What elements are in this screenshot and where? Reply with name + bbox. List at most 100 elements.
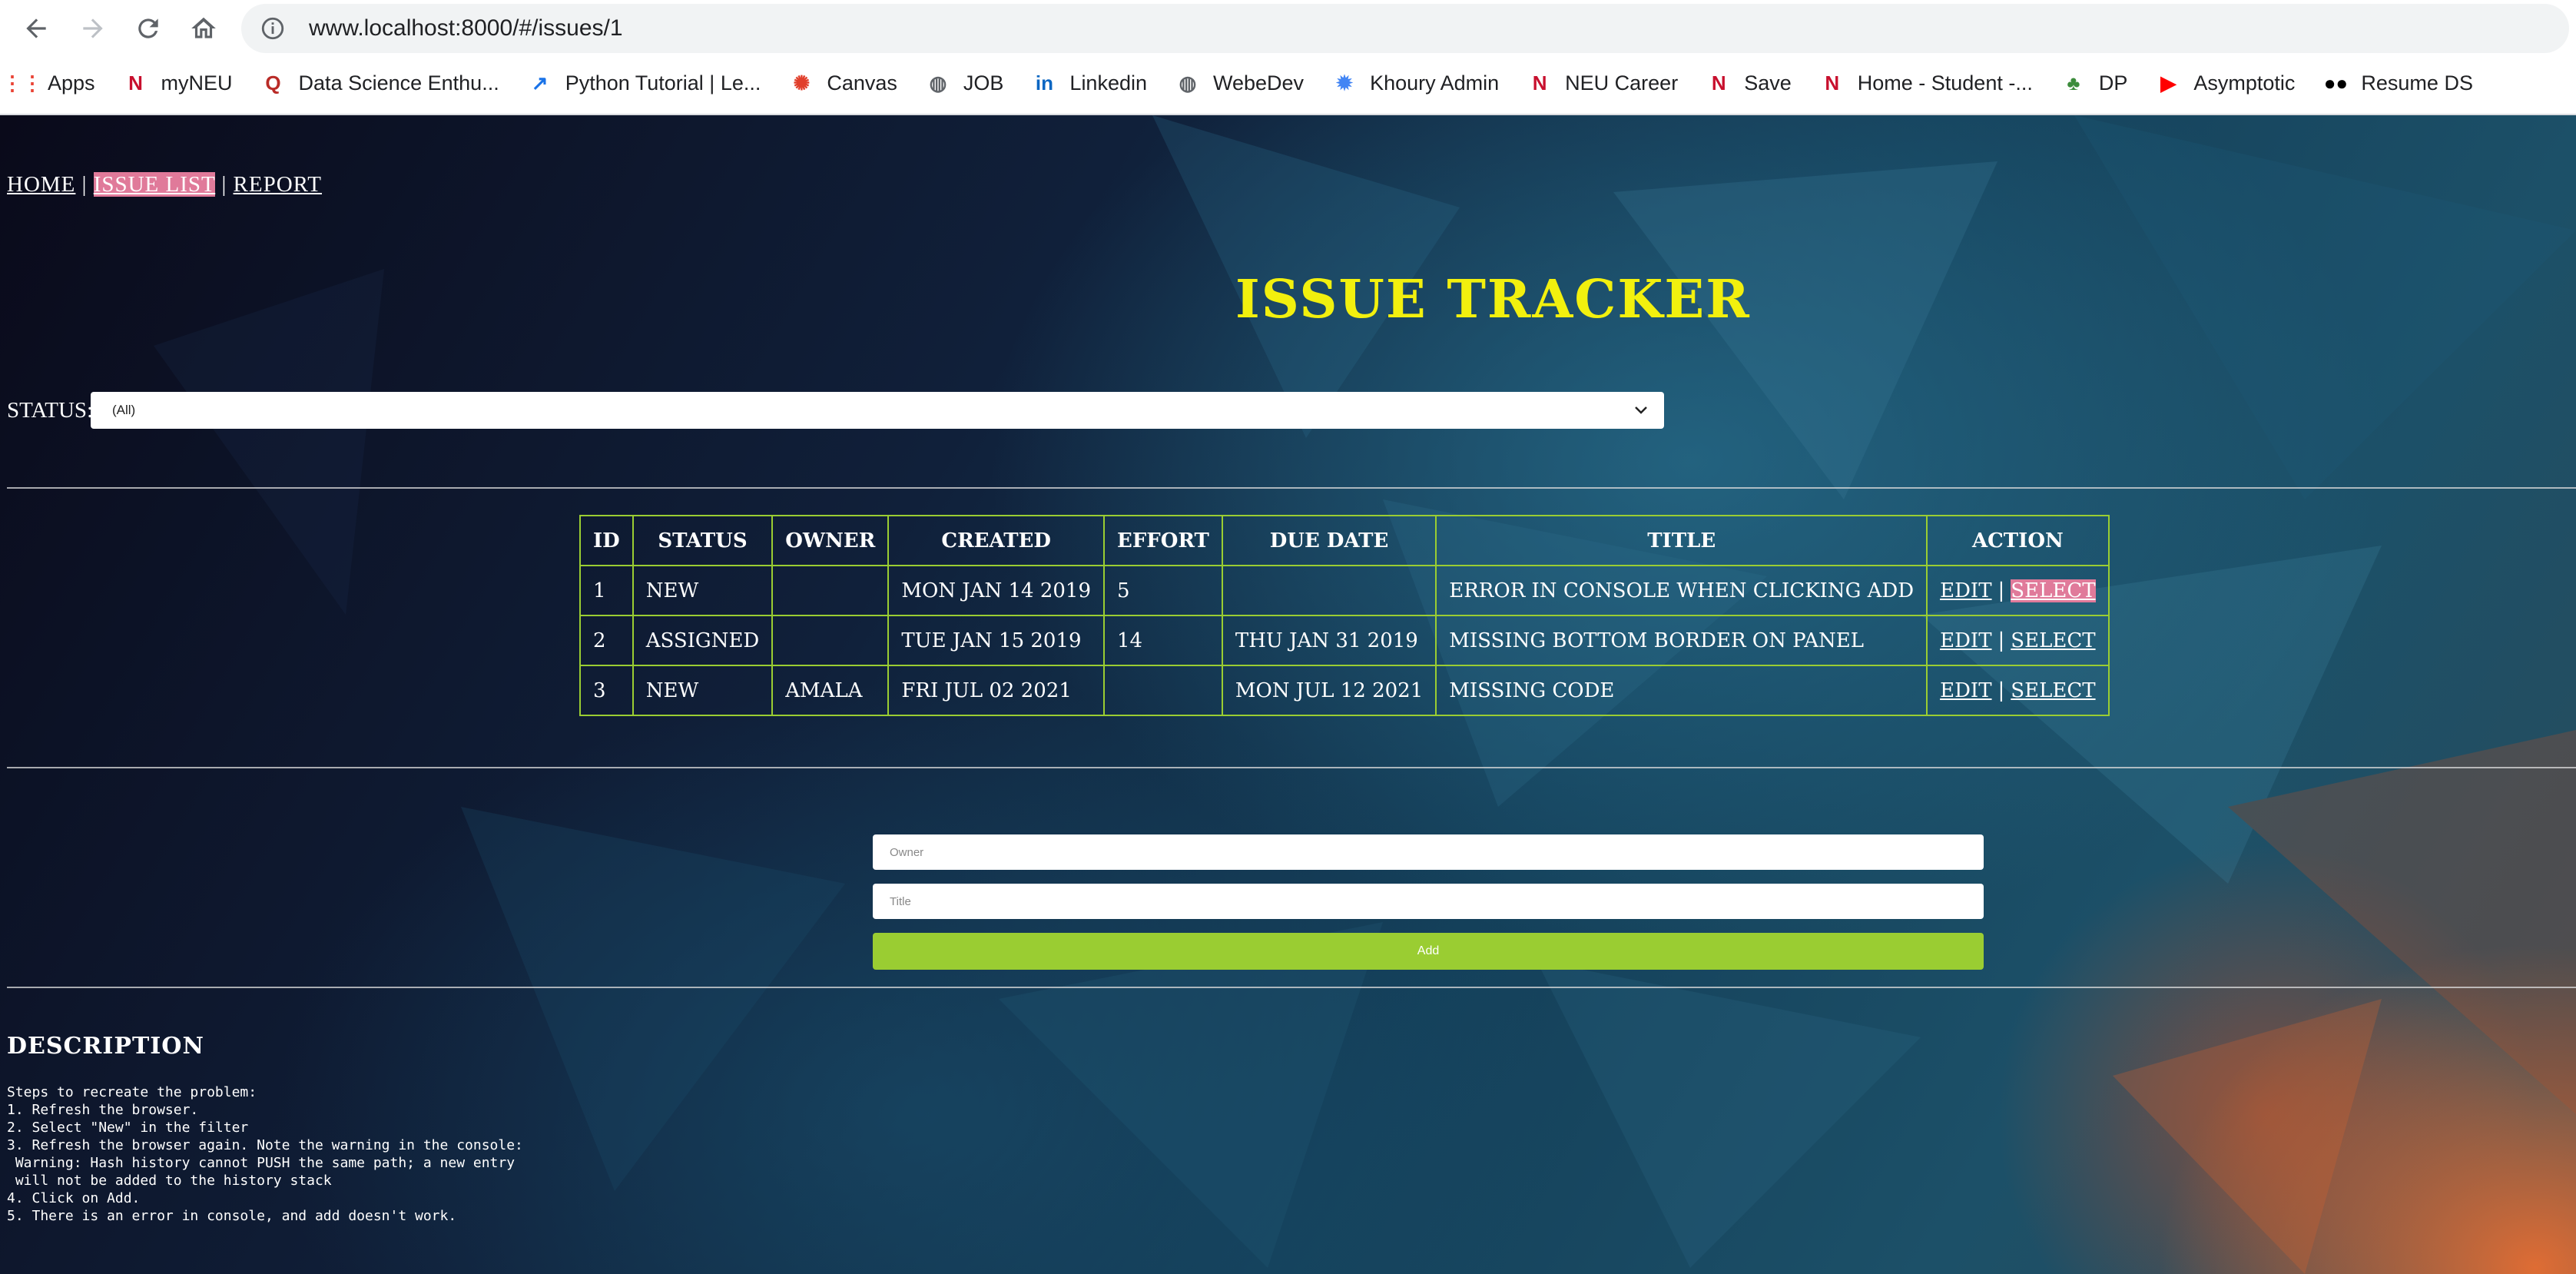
bookmark-item[interactable]: N Home - Student -... [1810,61,2042,105]
bookmark-label: JOB [963,71,1004,95]
title-input[interactable] [873,884,1984,919]
action-separator: | [1997,579,2005,602]
owner-input[interactable] [873,834,1984,870]
action-separator: | [1997,629,2005,652]
bookmark-label: Home - Student -... [1857,71,2033,95]
nav-home-link[interactable]: HOME [7,172,75,197]
aperture-icon: ✹ [1336,71,1353,95]
cell-effort: 5 [1103,565,1223,616]
divider [7,487,2576,489]
home-button[interactable] [183,8,224,49]
table-row: 3 NEW AMALA FRI JUL 02 2021 MON JUL 12 2021 M… [579,665,2110,716]
bookmark-item[interactable]: ●● Resume DS [2313,61,2482,105]
reload-button[interactable] [128,8,169,49]
bookmark-label: Python Tutorial | Le... [565,71,761,95]
bookmark-item[interactable]: Q Data Science Enthu... [251,61,509,105]
address-bar[interactable]: www.localhost:8000/#/issues/1 [241,4,2569,53]
column-header: TITLE [1435,515,1928,566]
bookmark-item[interactable]: ▶ Asymptotic [2146,61,2304,105]
edit-link[interactable]: EDIT [1940,679,1991,702]
cell-title: MISSING BOTTOM BORDER ON PANEL [1435,615,1928,666]
forward-button[interactable] [72,8,114,49]
cell-due: THU JAN 31 2019 [1221,615,1437,666]
cell-status: ASSIGNED [632,615,774,666]
table-header-row: ID STATUS OWNER CREATED EFFORT DUE DATE TITLE A… [579,515,2110,566]
leaf-icon: ♣ [2067,71,2080,95]
chevron-down-icon [1635,406,1647,414]
select-link[interactable]: SELECT [2011,579,2096,602]
column-header: OWNER [771,515,890,566]
nav-issue-list-link[interactable]: ISSUE LIST [93,172,216,197]
bookmark-label: Data Science Enthu... [298,71,499,95]
bookmark-item[interactable]: NmyNEU [114,61,242,105]
bookmark-label: Resume DS [2361,71,2473,95]
divider [7,987,2576,988]
bookmark-item[interactable]: in Linkedin [1022,61,1156,105]
bookmark-label: Khoury Admin [1370,71,1500,95]
edit-link[interactable]: EDIT [1940,629,1991,652]
select-link[interactable]: SELECT [2011,629,2095,652]
issue-table: ID STATUS OWNER CREATED EFFORT DUE DATE TITLE A… [579,515,2110,716]
neu-logo-icon: N [128,71,143,95]
page-content: HOME | ISSUE LIST | REPORT ISSUE TRACKER… [0,115,2576,1274]
bookmark-item[interactable]: ↗ Python Tutorial | Le... [518,61,771,105]
edit-link[interactable]: EDIT [1940,579,1991,602]
globe-icon: ◍ [1179,71,1197,95]
youtube-logo-icon: ▶ [2160,71,2177,95]
cell-action: EDIT | SELECT [1926,565,2110,616]
cell-created: FRI JUL 02 2021 [887,665,1106,716]
info-icon[interactable] [260,15,286,41]
back-button[interactable] [15,8,57,49]
neu-logo-icon: N [1825,71,1840,95]
page-title: ISSUE TRACKER [1235,269,1751,330]
cell-status: NEW [632,565,774,616]
top-navigation: HOME | ISSUE LIST | REPORT [7,172,322,197]
globe-icon: ◍ [929,71,947,95]
linkedin-logo-icon: in [1035,71,1053,95]
cell-due: MON JUL 12 2021 [1221,665,1437,716]
cell-effort: 14 [1103,615,1223,666]
description-heading: DESCRIPTION [7,1033,204,1060]
column-header: DUE DATE [1221,515,1437,566]
cell-id: 1 [579,565,634,616]
browser-chrome: www.localhost:8000/#/issues/1 ⋮⋮ Apps NmyN… [0,0,2576,115]
bookmark-item[interactable]: ♣ DP [2051,61,2137,105]
bookmark-item[interactable]: ✺ Canvas [779,61,907,105]
bookmark-item[interactable]: N Save [1696,61,1801,105]
browser-toolbar: www.localhost:8000/#/issues/1 [0,0,2576,57]
cell-owner [771,615,890,666]
cell-created: MON JAN 14 2019 [887,565,1106,616]
bookmark-item[interactable]: ◍ WebeDev [1165,61,1313,105]
neu-logo-icon: N [1711,71,1726,95]
apps-grid-icon: ⋮⋮ [2,71,42,95]
add-button[interactable]: Add [873,933,1984,970]
nav-separator: | [221,172,227,197]
arrow-right-icon [83,18,103,38]
select-link[interactable]: SELECT [2011,679,2095,702]
cell-title: MISSING CODE [1435,665,1928,716]
bookmark-label: myNEU [161,71,233,95]
cell-action: EDIT | SELECT [1926,615,2110,666]
bookmark-item[interactable]: ✹ Khoury Admin [1322,61,1508,105]
cell-owner [771,565,890,616]
bookmark-label: NEU Career [1565,71,1679,95]
column-header: ACTION [1926,515,2110,566]
url-text[interactable]: www.localhost:8000/#/issues/1 [309,15,623,41]
cell-status: NEW [632,665,774,716]
cell-action: EDIT | SELECT [1926,665,2110,716]
home-icon [191,17,216,38]
nav-report-link[interactable]: REPORT [234,172,322,197]
bookmark-item[interactable]: N NEU Career [1517,61,1687,105]
column-header: STATUS [632,515,774,566]
cell-title: ERROR IN CONSOLE WHEN CLICKING ADD [1435,565,1928,616]
bookmark-label: Save [1744,71,1792,95]
bookmark-item[interactable]: ◍ JOB [916,61,1013,105]
column-header: CREATED [887,515,1106,566]
nav-separator: | [81,172,88,197]
bookmark-label: Apps [48,71,95,95]
reload-icon [138,18,158,38]
bookmark-label: Asymptotic [2193,71,2296,95]
action-separator: | [1997,678,2005,702]
status-filter-select[interactable]: (All) [91,392,1664,429]
bookmark-item[interactable]: ⋮⋮ Apps [0,61,104,105]
